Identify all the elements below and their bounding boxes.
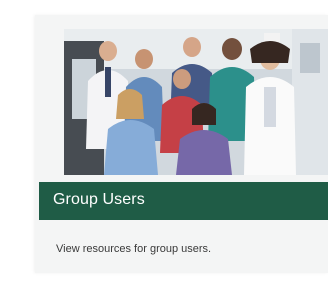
card-description: View resources for group users. xyxy=(56,243,212,255)
medical-team-photo-image xyxy=(64,29,328,175)
page: Group Users View resources for group use… xyxy=(0,0,328,289)
medical-team-photo[interactable] xyxy=(64,29,328,175)
group-users-banner[interactable]: Group Users xyxy=(39,182,328,220)
card-title[interactable]: Group Users xyxy=(53,191,145,209)
group-users-card[interactable]: Group Users View resources for group use… xyxy=(35,15,328,273)
